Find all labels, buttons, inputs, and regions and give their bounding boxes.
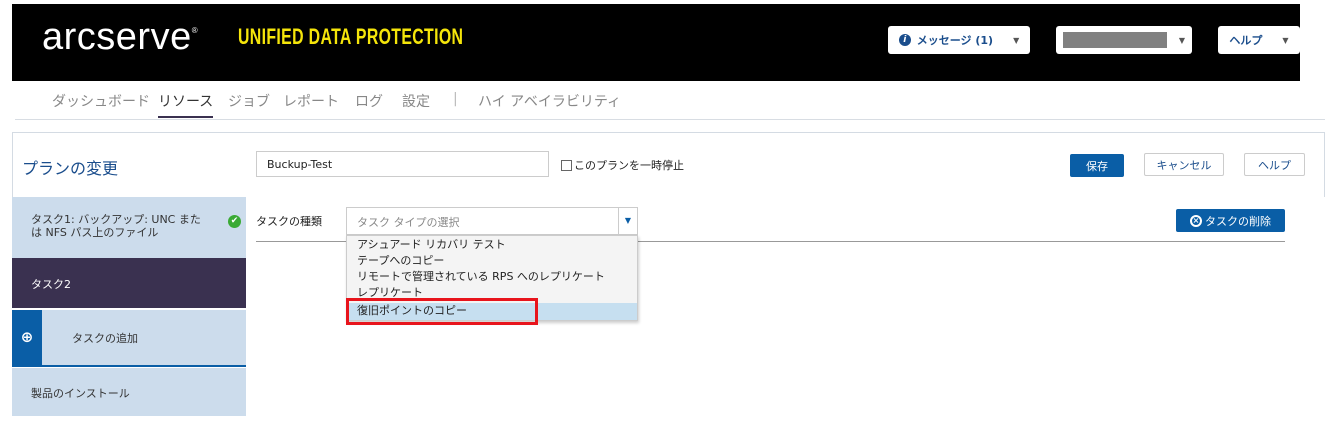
caret-down-icon: ▼ xyxy=(1282,35,1289,45)
close-circle-icon: × xyxy=(1190,214,1202,227)
cancel-button[interactable]: キャンセル xyxy=(1144,153,1224,176)
task1-label: タスク1: バックアップ: UNC または NFS パス上のファイル xyxy=(31,213,201,239)
product-name: UNIFIED DATA PROTECTION xyxy=(238,24,464,49)
task-type-select[interactable]: タスク タイプの選択 ▼ xyxy=(346,207,638,235)
nav-high-availability[interactable]: ハイ アベイラビリティ xyxy=(478,91,621,111)
delete-task-button[interactable]: × タスクの削除 xyxy=(1176,209,1285,232)
caret-down-icon: ▼ xyxy=(1013,35,1020,45)
check-icon: ✔ xyxy=(228,215,241,228)
user-menu-button[interactable]: ▼ xyxy=(1056,26,1192,54)
nav-logs[interactable]: ログ xyxy=(355,91,383,111)
option-assured-recovery-test[interactable]: アシュアード リカバリ テスト xyxy=(347,237,637,253)
messages-label: メッセージ (1) xyxy=(916,34,994,47)
sidebar-item-install[interactable]: 製品のインストール xyxy=(12,368,246,416)
logo-text: arcserve xyxy=(42,16,192,58)
redacted-username xyxy=(1062,32,1167,48)
sidebar-item-task1[interactable]: タスク1: バックアップ: UNC または NFS パス上のファイル ✔ xyxy=(12,197,246,258)
option-replicate-to-remote-rps[interactable]: リモートで管理されている RPS へのレプリケート xyxy=(347,269,637,285)
task-type-label: タスクの種類 xyxy=(256,215,322,228)
page-title: プランの変更 xyxy=(22,159,119,178)
add-task-label: タスクの追加 xyxy=(72,332,138,345)
arcserve-logo: arcserve® xyxy=(42,16,198,59)
nav-jobs[interactable]: ジョブ xyxy=(228,91,270,111)
nav-resources[interactable]: リソース xyxy=(158,91,214,118)
pause-plan-option[interactable]: このプランを一時停止 xyxy=(561,157,684,173)
delete-task-label: タスクの削除 xyxy=(1205,214,1271,228)
caret-down-icon: ▼ xyxy=(1178,35,1186,45)
plus-circle-icon: ⊕ xyxy=(12,310,42,365)
nav-settings[interactable]: 設定 xyxy=(402,91,430,111)
pause-plan-checkbox[interactable] xyxy=(561,159,572,171)
plan-name-input[interactable] xyxy=(256,151,549,177)
nav-divider xyxy=(15,119,1325,120)
logo-mark: ® xyxy=(191,26,199,35)
pause-plan-label: このプランを一時停止 xyxy=(574,159,684,172)
save-button[interactable]: 保存 xyxy=(1070,154,1124,177)
highlight-box xyxy=(346,298,538,325)
info-icon: i xyxy=(898,34,911,46)
help-button[interactable]: ヘルプ xyxy=(1244,153,1305,176)
help-label: ヘルプ xyxy=(1229,34,1263,47)
messages-button[interactable]: i メッセージ (1) ▼ xyxy=(888,26,1030,54)
nav-separator: | xyxy=(453,91,458,107)
help-menu-button[interactable]: ヘルプ ▼ xyxy=(1218,26,1300,54)
select-placeholder: タスク タイプの選択 xyxy=(357,216,460,229)
sidebar-item-task2[interactable]: タスク2 xyxy=(12,258,246,308)
nav-reports[interactable]: レポート xyxy=(283,91,339,111)
nav-dashboard[interactable]: ダッシュボード xyxy=(52,91,150,111)
caret-down-icon[interactable]: ▼ xyxy=(618,208,637,234)
option-copy-to-tape[interactable]: テープへのコピー xyxy=(347,253,637,269)
sidebar-add-task[interactable]: ⊕ タスクの追加 xyxy=(12,310,246,367)
